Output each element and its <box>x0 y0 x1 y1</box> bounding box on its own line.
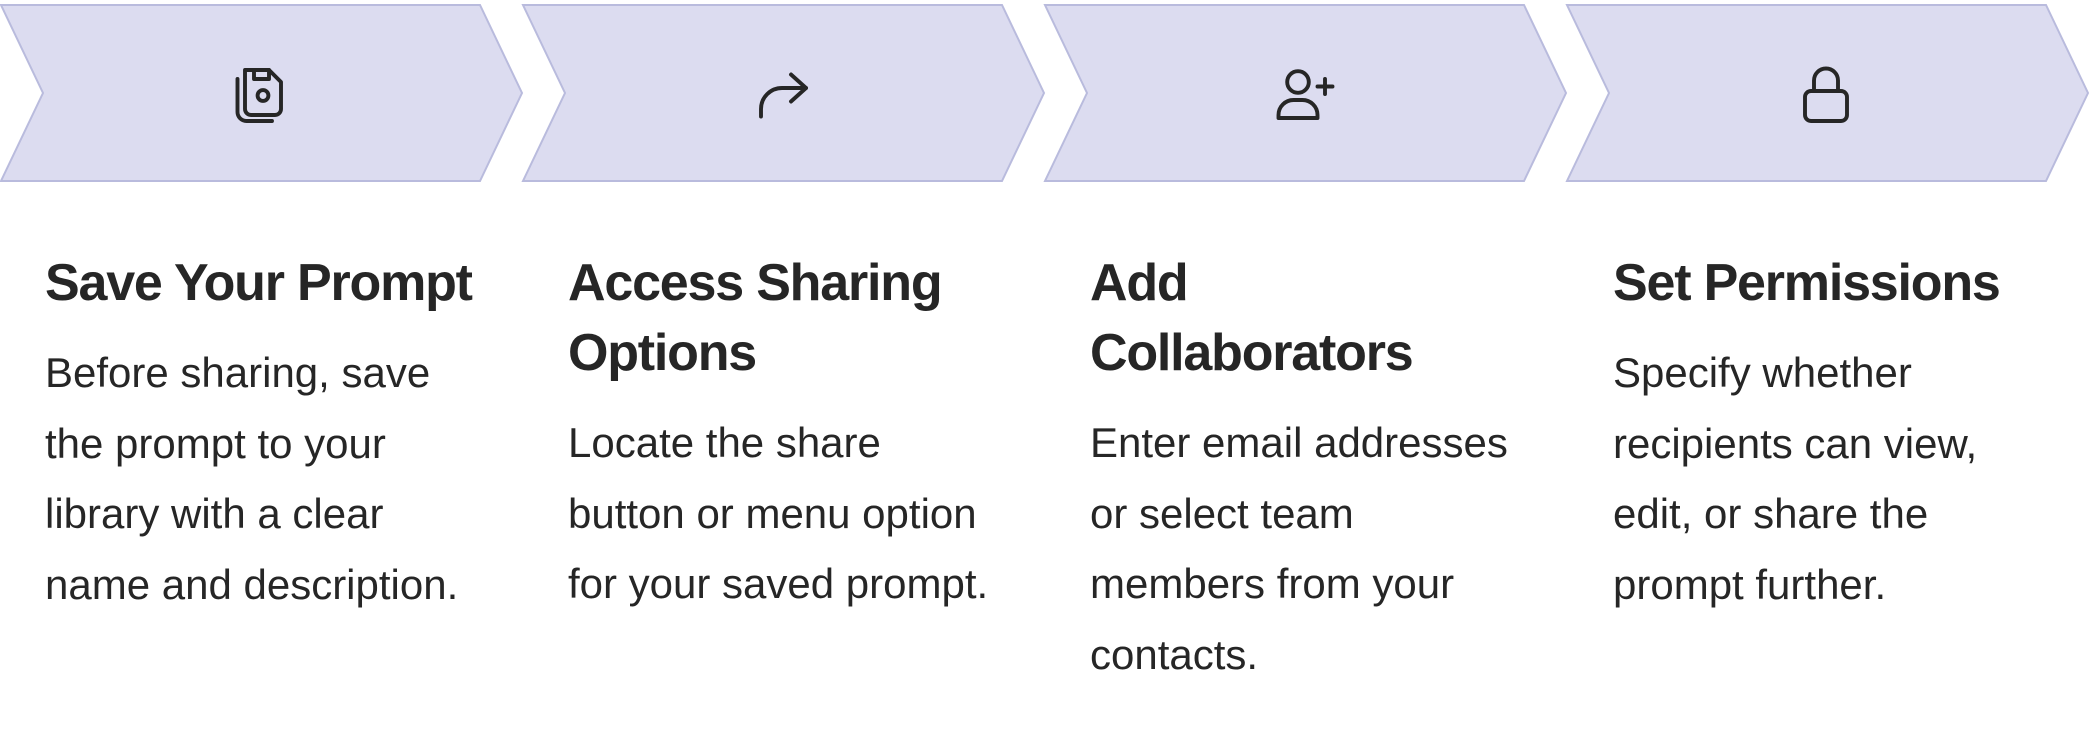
step-2-title: Access Sharing Options <box>568 254 943 382</box>
step-2-text: Access Sharing Options Locate the share … <box>568 248 1008 620</box>
step-3-title: Add Collaborators <box>1090 254 1414 382</box>
step-1-description: Before sharing, save the prompt to your … <box>45 349 459 608</box>
step-1-chevron <box>0 0 528 186</box>
step-1-text: Save Your Prompt Before sharing, save th… <box>45 248 485 620</box>
user-plus-icon <box>1268 58 1340 130</box>
step-1-title: Save Your Prompt <box>45 254 473 312</box>
step-4-title: Set Permissions <box>1613 254 2001 312</box>
step-3-chevron <box>1043 0 1572 186</box>
step-4-chevron <box>1565 0 2090 186</box>
share-arrow-icon <box>746 58 818 130</box>
floppy-disk-save-icon <box>224 58 296 130</box>
step-4-description: Specify whether recipients can view, edi… <box>1613 349 1978 608</box>
lock-icon <box>1790 58 1862 130</box>
process-flow: Save Your Prompt Before sharing, save th… <box>0 0 2090 756</box>
step-2-description: Locate the share button or menu option f… <box>568 419 989 607</box>
step-4-text: Set Permissions Specify whether recipien… <box>1613 248 2053 620</box>
step-3-text: Add Collaborators Enter email addresses … <box>1090 248 1530 690</box>
step-2-chevron <box>521 0 1050 186</box>
step-3-description: Enter email addresses or select team mem… <box>1090 419 1508 678</box>
